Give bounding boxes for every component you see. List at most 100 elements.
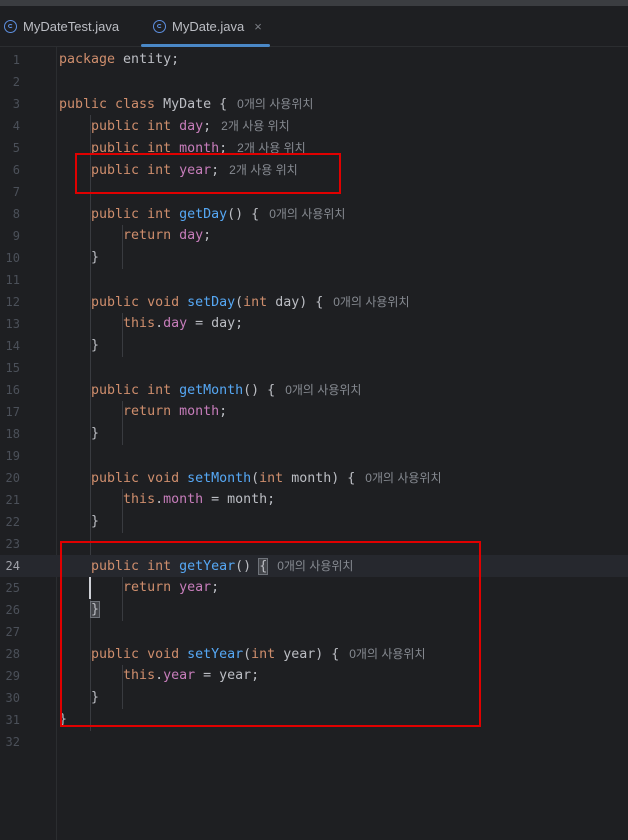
- code-text: public int getMonth() {0개의 사용위치: [59, 379, 361, 402]
- code-token: package: [59, 52, 116, 67]
- usage-hint[interactable]: 0개의 사용위치: [285, 383, 361, 397]
- code-text: }: [59, 423, 99, 445]
- code-line[interactable]: 9 return day;: [0, 225, 628, 247]
- code-line[interactable]: 8 public int getDay() {0개의 사용위치: [0, 203, 628, 225]
- tab-label: MyDate.java: [172, 19, 245, 34]
- code-token: }: [59, 338, 100, 353]
- line-number: 8: [12, 207, 20, 221]
- code-text: this.day = day;: [59, 313, 243, 335]
- line-number: 7: [12, 185, 20, 199]
- highlight-box-year-methods: [60, 541, 481, 727]
- code-text: return month;: [59, 401, 227, 423]
- code-token: setDay: [187, 295, 236, 310]
- line-number: 3: [12, 97, 20, 111]
- tab-mydatetest[interactable]: MyDateTest.java: [4, 6, 119, 47]
- code-token: () {: [243, 383, 276, 398]
- code-token: }: [59, 514, 100, 529]
- code-text: public int day; 2개 사용 위치: [59, 115, 290, 138]
- code-line[interactable]: 14 }: [0, 335, 628, 357]
- line-number: 30: [5, 691, 20, 705]
- line-number: 26: [5, 603, 20, 617]
- code-line[interactable]: 19: [0, 445, 628, 467]
- code-line[interactable]: 21 this.month = month;: [0, 489, 628, 511]
- tab-mydate[interactable]: MyDate.java ×: [153, 6, 262, 47]
- code-token: month: [179, 404, 220, 419]
- usage-hint[interactable]: 0개의 사용위치: [269, 207, 345, 221]
- code-token: this: [123, 316, 156, 331]
- tab-label: MyDateTest.java: [23, 19, 120, 34]
- code-token: month: [163, 492, 204, 507]
- code-line[interactable]: 16 public int getMonth() {0개의 사용위치: [0, 379, 628, 401]
- code-line[interactable]: 12 public void setDay(int day) {0개의 사용위치: [0, 291, 628, 313]
- code-text: return day;: [59, 225, 211, 247]
- line-number: 18: [5, 427, 20, 441]
- line-number: 20: [5, 471, 20, 485]
- code-token: = month;: [203, 492, 276, 507]
- code-line[interactable]: 13 this.day = day;: [0, 313, 628, 335]
- code-line[interactable]: 18 }: [0, 423, 628, 445]
- line-number: 13: [5, 317, 20, 331]
- line-number: 11: [5, 273, 20, 287]
- line-number: 10: [5, 251, 20, 265]
- line-number: 31: [5, 713, 20, 727]
- java-class-icon: [153, 20, 166, 33]
- code-token: return: [123, 228, 172, 243]
- code-token: public int: [91, 119, 172, 134]
- code-text: }: [59, 335, 99, 357]
- code-token: .: [155, 316, 164, 331]
- code-line[interactable]: 17 return month;: [0, 401, 628, 423]
- line-number: 16: [5, 383, 20, 397]
- code-line[interactable]: 11: [0, 269, 628, 291]
- line-number: 25: [5, 581, 20, 595]
- code-line[interactable]: 1 package entity;: [0, 49, 628, 71]
- code-token: ;: [219, 404, 228, 419]
- code-text: public void setDay(int day) {0개의 사용위치: [59, 291, 409, 314]
- line-number: 6: [12, 163, 20, 177]
- line-number: 23: [5, 537, 20, 551]
- line-number: 29: [5, 669, 20, 683]
- code-token: {: [211, 97, 228, 112]
- code-text: this.month = month;: [59, 489, 275, 511]
- code-line[interactable]: 32: [0, 731, 628, 753]
- code-line[interactable]: 22 }: [0, 511, 628, 533]
- line-number: 9: [12, 229, 20, 243]
- java-class-icon: [4, 20, 17, 33]
- line-number: 32: [5, 735, 20, 749]
- usage-hint[interactable]: 0개의 사용위치: [365, 471, 441, 485]
- code-line[interactable]: 20 public void setMonth(int month) {0개의 …: [0, 467, 628, 489]
- line-number: 28: [5, 647, 20, 661]
- code-line[interactable]: 15: [0, 357, 628, 379]
- code-token: int: [243, 295, 268, 310]
- code-token: (: [251, 471, 260, 486]
- line-number: 27: [5, 625, 20, 639]
- code-line[interactable]: 3 public class MyDate {0개의 사용위치: [0, 93, 628, 115]
- code-token: day: [179, 119, 204, 134]
- usage-hint[interactable]: 2개 사용 위치: [221, 119, 290, 133]
- code-token: }: [59, 250, 100, 265]
- code-token: MyDate: [163, 97, 212, 112]
- line-number: 4: [12, 119, 20, 133]
- code-line[interactable]: 10 }: [0, 247, 628, 269]
- code-text: public class MyDate {0개의 사용위치: [59, 93, 313, 116]
- highlight-box-year-field: [75, 153, 341, 194]
- code-line[interactable]: 4 public int day; 2개 사용 위치: [0, 115, 628, 137]
- usage-hint[interactable]: 0개의 사용위치: [237, 97, 313, 111]
- line-number: 2: [12, 75, 20, 89]
- line-number: 21: [5, 493, 20, 507]
- code-text: public void setMonth(int month) {0개의 사용위…: [59, 467, 441, 490]
- code-token: public int: [91, 207, 172, 222]
- close-icon[interactable]: ×: [254, 19, 262, 34]
- code-token: public void: [91, 295, 180, 310]
- usage-hint[interactable]: 0개의 사용위치: [333, 295, 409, 309]
- code-line[interactable]: 2: [0, 71, 628, 93]
